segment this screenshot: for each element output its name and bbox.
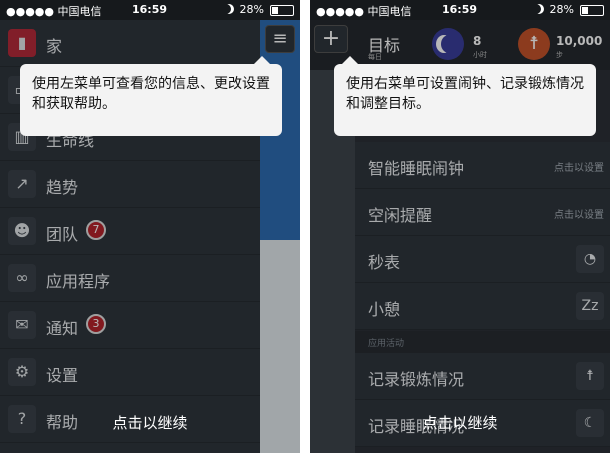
do-not-disturb-icon <box>534 4 544 14</box>
tap-to-continue[interactable]: 点击以继续 <box>310 412 610 433</box>
battery-percent: 28% <box>239 3 264 16</box>
battery-icon <box>580 5 604 16</box>
battery-percent: 28% <box>549 3 574 16</box>
clock-label: 16:59 <box>132 3 168 16</box>
tooltip-left-menu: 使用左菜单可查看您的信息、更改设置和获取帮助。 <box>20 56 282 136</box>
tap-to-continue[interactable]: 点击以继续 <box>0 412 300 433</box>
divider <box>300 0 310 453</box>
battery-icon <box>270 5 294 16</box>
carrier-label: ●●●●● 中国电信 <box>316 5 412 18</box>
carrier-label: ●●●●● 中国电信 <box>6 5 102 18</box>
right-screen: ●●●●● 中国电信 16:59 28% + 目标 每日 8 小时 ☨ 10,0… <box>310 0 610 453</box>
left-screen: ●●●●● 中国电信 16:59 28% ▮ 家 ▭ ▥ 生命线 ↗ 趋势 ☻ … <box>0 0 300 453</box>
status-bar: ●●●●● 中国电信 16:59 28% <box>310 0 610 20</box>
tooltip-right-menu: 使用右菜单可设置闹钟、记录锻炼情况和调整目标。 <box>334 56 596 136</box>
do-not-disturb-icon <box>224 4 234 14</box>
clock-label: 16:59 <box>442 3 478 16</box>
status-bar: ●●●●● 中国电信 16:59 28% <box>0 0 300 20</box>
